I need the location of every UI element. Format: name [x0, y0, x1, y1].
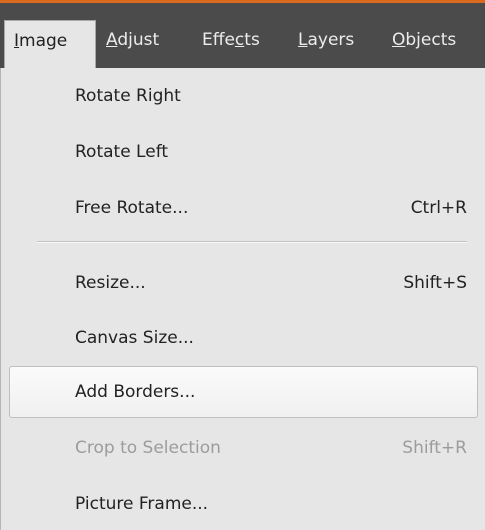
menu-item-rotate-left[interactable]: Rotate Left — [1, 126, 485, 178]
menu-item-label: Picture Frame... — [75, 494, 209, 514]
menu-item-picture-frame[interactable]: Picture Frame... — [1, 478, 485, 530]
menu-bar: Image Adjust Effects Layers Objects — [0, 0, 485, 69]
menu-effects[interactable]: Effects — [202, 22, 260, 58]
menu-item-label: Rotate Left — [75, 142, 169, 162]
menu-effects-post: ts — [244, 30, 260, 50]
shortcut-shift-s: Shift+S — [403, 273, 467, 293]
menu-adjust[interactable]: Adjust — [106, 22, 159, 58]
shortcut-shift-r: Shift+R — [402, 438, 467, 458]
menu-item-label: Free Rotate... — [75, 198, 189, 218]
menu-adjust-key: A — [106, 30, 118, 50]
menu-item-label: Rotate Right — [75, 86, 181, 106]
image-menu-dropdown: Rotate Right Rotate Left Free Rotate... … — [0, 68, 485, 530]
menu-effects-pre: Effe — [202, 30, 235, 50]
menu-layers-post: ayers — [307, 30, 355, 50]
menu-item-canvas-size[interactable]: Canvas Size... — [1, 312, 485, 364]
menu-item-label: Canvas Size... — [75, 328, 194, 348]
menu-item-label: Add Borders... — [75, 382, 196, 402]
menu-image[interactable]: Image — [4, 20, 96, 69]
menu-item-crop-to-selection[interactable]: Crop to Selection Shift+R — [1, 422, 485, 474]
menu-item-resize[interactable]: Resize... Shift+S — [1, 257, 485, 309]
menu-layers[interactable]: Layers — [298, 22, 354, 58]
menu-item-label: Resize... — [75, 273, 146, 293]
menu-image-post: mage — [19, 31, 68, 51]
menu-effects-key: c — [234, 30, 245, 50]
menu-objects-post: bjects — [405, 30, 457, 50]
menu-item-label: Crop to Selection — [75, 438, 221, 458]
menu-objects[interactable]: Objects — [392, 22, 456, 58]
menu-objects-key: O — [392, 30, 406, 50]
menu-item-free-rotate[interactable]: Free Rotate... Ctrl+R — [1, 182, 485, 234]
menu-separator — [37, 241, 467, 243]
menu-adjust-post: djust — [117, 30, 160, 50]
menu-item-rotate-right[interactable]: Rotate Right — [1, 70, 485, 122]
shortcut-ctrl-r: Ctrl+R — [410, 198, 467, 218]
menu-item-add-borders[interactable]: Add Borders... — [9, 366, 478, 418]
